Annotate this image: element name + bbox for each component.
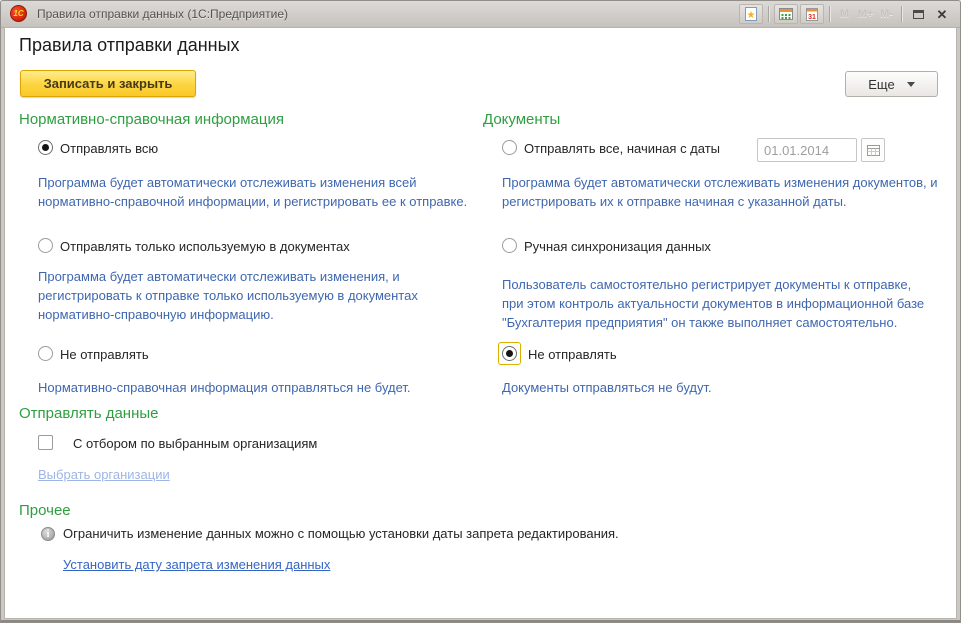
checkbox-filter-by-organizations-label[interactable]: С отбором по выбранным организациям xyxy=(73,436,317,451)
more-button-label: Еще xyxy=(868,77,894,92)
titlebar-separator xyxy=(829,6,830,22)
calculator-icon xyxy=(778,6,794,22)
page-title: Правила отправки данных xyxy=(19,35,240,56)
radio-docs-manual-sync[interactable] xyxy=(502,238,517,253)
close-icon: ✕ xyxy=(937,8,948,21)
form-content: Правила отправки данных Записать и закры… xyxy=(5,28,956,618)
radio-docs-manual-sync-label[interactable]: Ручная синхронизация данных xyxy=(524,239,711,254)
favorites-icon: ★ xyxy=(743,6,759,22)
memory-m-minus-button: M- xyxy=(876,8,897,20)
date-picker-button xyxy=(861,138,885,162)
radio-nsi-send-used-only[interactable] xyxy=(38,238,53,253)
documents-section-title: Документы xyxy=(483,111,560,128)
nsi-send-all-description: Программа будет автоматически отслеживат… xyxy=(38,173,478,211)
close-button[interactable]: ✕ xyxy=(931,4,953,24)
select-organizations-link[interactable]: Выбрать организации xyxy=(38,467,170,482)
memory-m-button: M xyxy=(834,8,855,20)
radio-docs-do-not-send[interactable] xyxy=(502,346,517,361)
titlebar-separator xyxy=(768,6,769,22)
nsi-do-not-send-description: Нормативно-справочная информация отправл… xyxy=(38,378,478,397)
radio-docs-send-all-from-date-label[interactable]: Отправлять все, начиная с даты xyxy=(524,141,720,156)
restriction-info-text: Ограничить изменение данных можно с помо… xyxy=(63,526,619,541)
maximize-icon xyxy=(913,10,924,19)
set-restriction-date-link[interactable]: Установить дату запрета изменения данных xyxy=(63,557,330,572)
titlebar-controls: ★ 31 xyxy=(738,3,954,25)
radio-nsi-do-not-send[interactable] xyxy=(38,346,53,361)
more-button[interactable]: Еще xyxy=(845,71,938,97)
docs-manual-sync-description: Пользователь самостоятельно регистрирует… xyxy=(502,275,927,332)
radio-nsi-send-used-only-label[interactable]: Отправлять только используемую в докумен… xyxy=(60,239,350,254)
other-section-title: Прочее xyxy=(19,502,71,519)
radio-docs-do-not-send-label[interactable]: Не отправлять xyxy=(528,347,617,362)
memory-m-plus-button: M+ xyxy=(855,8,876,20)
nsi-section-title: Нормативно-справочная информация xyxy=(19,111,284,128)
calculator-button[interactable] xyxy=(774,4,798,24)
maximize-button[interactable] xyxy=(907,4,929,24)
titlebar-separator xyxy=(901,6,902,22)
docs-send-all-description: Программа будет автоматически отслеживат… xyxy=(502,173,947,211)
app-window: 1С Правила отправки данных (1С:Предприят… xyxy=(0,0,961,623)
save-and-close-button[interactable]: Записать и закрыть xyxy=(20,70,196,97)
info-icon xyxy=(41,527,55,541)
nsi-send-used-only-description: Программа будет автоматически отслеживат… xyxy=(38,267,470,324)
start-date-input xyxy=(757,138,857,162)
1c-logo-icon: 1С xyxy=(10,5,27,22)
date-picker-icon xyxy=(867,144,880,156)
radio-docs-send-all-from-date[interactable] xyxy=(502,140,517,155)
window-title: Правила отправки данных (1С:Предприятие) xyxy=(37,7,288,21)
radio-nsi-send-all-label[interactable]: Отправлять всю xyxy=(60,141,158,156)
svg-text:31: 31 xyxy=(808,14,816,21)
checkbox-filter-by-organizations[interactable] xyxy=(38,435,53,450)
svg-text:★: ★ xyxy=(747,10,756,21)
favorites-button[interactable]: ★ xyxy=(739,4,763,24)
titlebar: 1С Правила отправки данных (1С:Предприят… xyxy=(1,1,960,28)
send-data-section-title: Отправлять данные xyxy=(19,405,158,422)
radio-nsi-do-not-send-label[interactable]: Не отправлять xyxy=(60,347,149,362)
docs-do-not-send-description: Документы отправляться не будут. xyxy=(502,378,942,397)
calendar-icon: 31 xyxy=(804,6,820,22)
radio-nsi-send-all[interactable] xyxy=(38,140,53,155)
calendar-button[interactable]: 31 xyxy=(800,4,824,24)
chevron-down-icon xyxy=(907,82,915,87)
